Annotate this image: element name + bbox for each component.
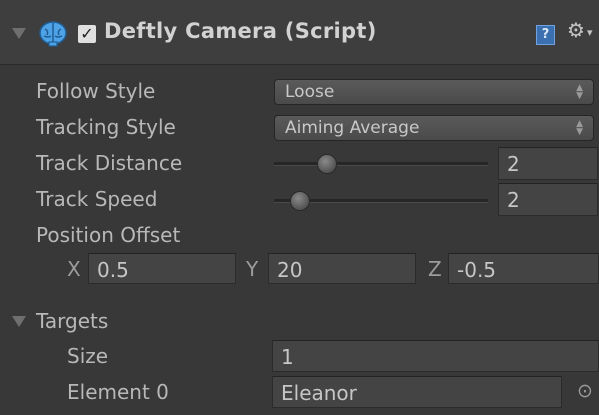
object-picker-icon[interactable]: ⊙ <box>577 378 593 404</box>
position-offset-y-label[interactable]: Y <box>246 253 258 285</box>
position-offset-x-label[interactable]: X <box>67 253 81 285</box>
dropdown-arrows-icon: ▲ ▼ <box>576 83 583 101</box>
tracking-style-value: Aiming Average <box>285 118 420 138</box>
position-offset-z-field[interactable]: -0.5 <box>448 253 599 284</box>
position-offset-z-label[interactable]: Z <box>428 253 442 285</box>
track-speed-field[interactable]: 2 <box>498 183 598 216</box>
targets-size-field[interactable]: 1 <box>272 340 599 372</box>
track-speed-slider-thumb[interactable] <box>289 191 310 211</box>
tracking-style-label: Tracking Style <box>36 115 176 139</box>
track-distance-field[interactable]: 2 <box>498 147 598 180</box>
position-offset-x-field[interactable]: 0.5 <box>88 253 236 284</box>
targets-foldout-arrow-icon[interactable] <box>12 316 26 327</box>
brain-script-icon <box>38 20 68 48</box>
targets-size-label: Size <box>67 344 109 368</box>
follow-style-dropdown[interactable]: Loose ▲ ▼ <box>274 79 594 105</box>
follow-style-label: Follow Style <box>36 79 156 103</box>
gear-menu-caret-icon[interactable]: ▾ <box>587 26 593 39</box>
targets-element0-label: Element 0 <box>67 380 169 404</box>
targets-element0-field[interactable]: Eleanor <box>272 376 562 408</box>
track-distance-label: Track Distance <box>36 151 183 175</box>
tracking-style-dropdown[interactable]: Aiming Average ▲ ▼ <box>274 115 594 141</box>
foldout-arrow-icon[interactable] <box>12 28 26 39</box>
track-distance-slider-track[interactable] <box>274 162 488 166</box>
position-offset-label: Position Offset <box>36 223 181 247</box>
position-offset-y-field[interactable]: 20 <box>268 253 416 284</box>
track-distance-slider-thumb[interactable] <box>317 154 338 174</box>
dropdown-arrows-icon: ▲ ▼ <box>576 119 583 137</box>
component-enabled-checkbox[interactable]: ✓ <box>78 25 96 43</box>
component-title: Deftly Camera (Script) <box>104 19 377 43</box>
follow-style-value: Loose <box>285 82 335 102</box>
targets-label[interactable]: Targets <box>36 308 108 334</box>
gear-icon[interactable]: ⚙ <box>567 18 585 42</box>
help-book-icon[interactable]: ? <box>536 25 555 45</box>
track-speed-label: Track Speed <box>36 187 158 211</box>
